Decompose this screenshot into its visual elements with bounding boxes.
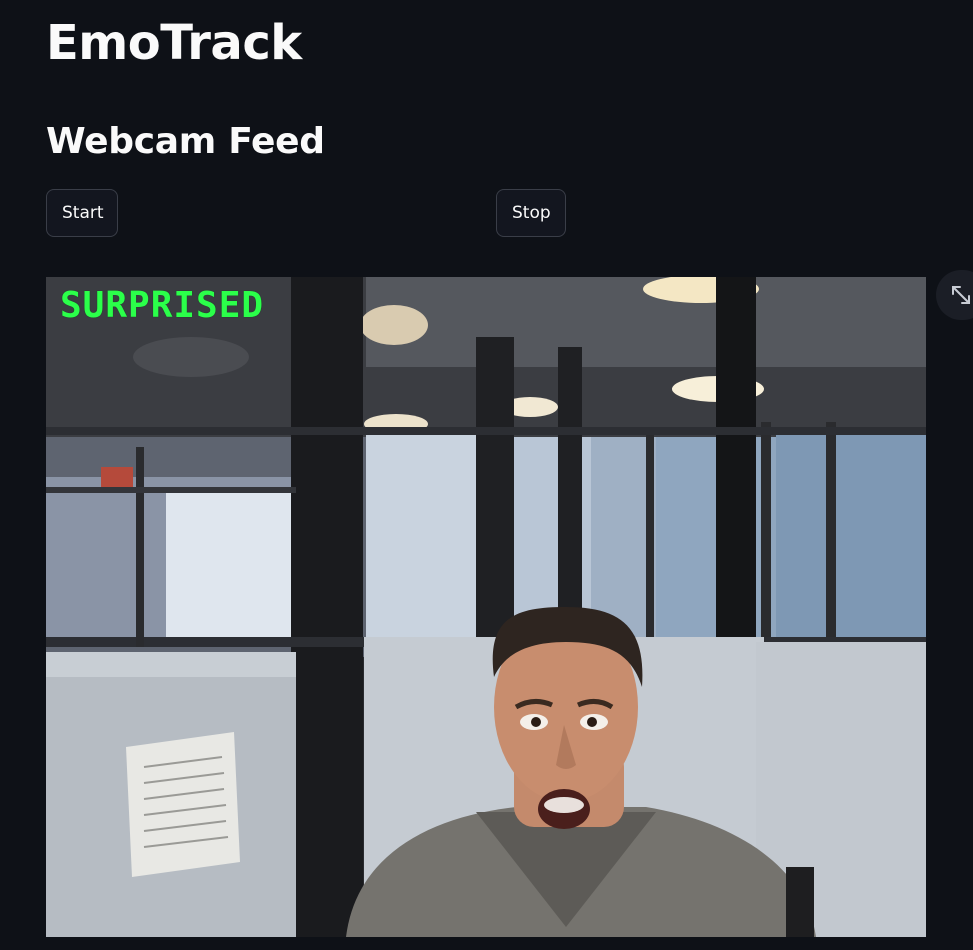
- webcam-feed-image: SURPRISED: [46, 277, 926, 937]
- webcam-scene: [46, 277, 926, 937]
- stop-button[interactable]: Stop: [496, 189, 566, 237]
- section-title: Webcam Feed: [46, 121, 325, 162]
- app-title: EmoTrack: [46, 15, 302, 71]
- detected-emotion-label: SURPRISED: [60, 285, 265, 326]
- fullscreen-button[interactable]: [936, 270, 973, 320]
- start-button[interactable]: Start: [46, 189, 118, 237]
- streamlit-app: EmoTrack Webcam Feed Start Stop SURPRISE…: [0, 0, 973, 950]
- fullscreen-icon: [952, 286, 970, 304]
